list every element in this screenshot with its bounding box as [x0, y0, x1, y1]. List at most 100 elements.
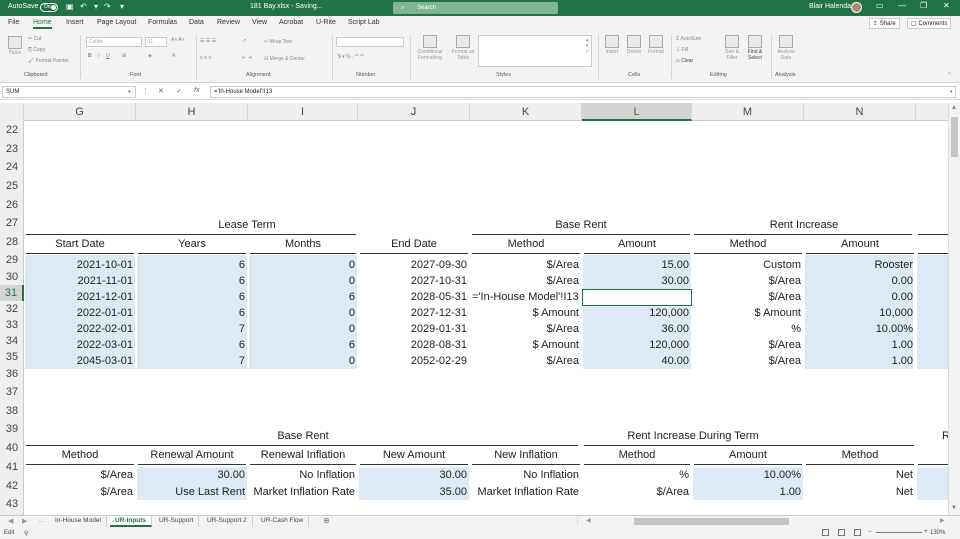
table-cell[interactable]: $/Area: [470, 353, 582, 369]
cancel-entry-button[interactable]: ✕: [158, 87, 164, 95]
close-button[interactable]: ✕: [943, 1, 950, 10]
table-cell[interactable]: Use Last Rent: [136, 484, 248, 500]
row-header-25[interactable]: 25: [0, 177, 24, 196]
column-label[interactable]: New Inflation: [470, 447, 582, 463]
table-cell[interactable]: $ Amount: [470, 337, 582, 353]
underline-icon[interactable]: U: [106, 53, 110, 59]
number-format-select[interactable]: [336, 37, 404, 47]
group-header-base-rent[interactable]: Base Rent: [470, 217, 692, 233]
wrap-text-button[interactable]: ↵ Wrap Text: [264, 39, 292, 45]
sheet-tab-ur-support[interactable]: UR-Support: [154, 516, 200, 527]
table-cell[interactable]: 2022-03-01: [24, 337, 136, 353]
sheet-tab-ur-cash-flow[interactable]: UR-Cash Flow: [256, 516, 310, 527]
fill-color-icon[interactable]: ◈: [148, 53, 152, 59]
table-cell[interactable]: 30.00: [136, 467, 248, 483]
expand-formula-icon[interactable]: ▾: [950, 89, 953, 95]
row-header-43[interactable]: 43: [0, 495, 24, 513]
table-cell[interactable]: No Inflation: [248, 467, 358, 483]
tab-split-handle-icon[interactable]: ⋮: [574, 517, 581, 525]
autosum-button[interactable]: Σ AutoSum: [676, 36, 701, 42]
row-header-24[interactable]: 24: [0, 158, 24, 177]
group-header-rent-increase[interactable]: Rent Increase: [692, 217, 916, 233]
save-icon[interactable]: ▣: [66, 2, 74, 11]
align-top-icon[interactable]: ☰ ☰ ☰: [200, 38, 216, 44]
column-label[interactable]: Renewal Amount: [136, 447, 248, 463]
table-cell[interactable]: %: [582, 467, 692, 483]
table-cell[interactable]: 15.00: [582, 257, 692, 273]
tab-page-layout[interactable]: Page Layout: [97, 19, 136, 26]
row-header-26[interactable]: 26: [0, 196, 24, 214]
group-header-base-rent-2[interactable]: Base Rent: [248, 428, 358, 444]
font-color-icon[interactable]: A: [172, 53, 175, 59]
clear-button[interactable]: ◇ Clear: [676, 58, 693, 64]
table-cell[interactable]: 0.00: [804, 273, 916, 289]
table-cell[interactable]: 35.00: [358, 484, 470, 500]
page-layout-view-icon[interactable]: [838, 529, 845, 536]
row-header-33[interactable]: 33: [0, 317, 24, 333]
table-cell[interactable]: 2027-10-31: [358, 273, 470, 289]
table-cell[interactable]: 120,000: [582, 337, 692, 353]
table-cell[interactable]: $/Area: [470, 273, 582, 289]
table-cell[interactable]: 10,000: [804, 305, 916, 321]
tab-u-rite[interactable]: U-Rite: [316, 19, 336, 26]
table-cell[interactable]: 7: [136, 353, 248, 369]
sheet-tab-ur-inputs[interactable]: UR-Inputs: [110, 516, 153, 527]
row-header-32[interactable]: 32: [0, 301, 24, 317]
insert-cells-button[interactable]: Insert: [602, 35, 622, 55]
scroll-left-icon[interactable]: ◀: [586, 517, 591, 524]
zoom-slider[interactable]: [876, 532, 922, 533]
tab-insert[interactable]: Insert: [66, 19, 84, 26]
horizontal-scroll-thumb[interactable]: [634, 518, 789, 525]
cell-styles-gallery[interactable]: [478, 35, 592, 67]
table-cell[interactable]: 0: [248, 321, 358, 337]
row-header-31[interactable]: 31: [0, 285, 24, 301]
row-header-27[interactable]: 27: [0, 214, 24, 233]
redo-icon[interactable]: ↷: [104, 2, 111, 11]
column-header-h[interactable]: H: [136, 103, 248, 121]
table-cell[interactable]: 2021-12-01: [24, 289, 136, 305]
table-cell[interactable]: $/Area: [692, 289, 804, 305]
search-box[interactable]: ⌕ Search: [393, 2, 558, 14]
table-cell[interactable]: 2052-02-29: [358, 353, 470, 369]
column-label[interactable]: Years: [136, 236, 248, 252]
undo-icon[interactable]: ↶: [80, 2, 87, 11]
table-cell[interactable]: $/Area: [692, 273, 804, 289]
table-cell[interactable]: 6: [248, 337, 358, 353]
more-sheets-icon[interactable]: …: [38, 517, 45, 524]
column-label[interactable]: Start Date: [24, 236, 136, 252]
row-header-41[interactable]: 41: [0, 458, 24, 477]
table-cell[interactable]: 0.00: [804, 289, 916, 305]
table-cell[interactable]: 6: [248, 289, 358, 305]
cell-editing-formula[interactable]: ='In-House Model'!I13: [472, 289, 579, 305]
table-cell[interactable]: 6: [136, 257, 248, 273]
zoom-level[interactable]: 130%: [930, 530, 945, 536]
table-cell[interactable]: 2022-01-01: [24, 305, 136, 321]
minimize-button[interactable]: —: [898, 1, 906, 10]
table-cell[interactable]: 2029-01-31: [358, 321, 470, 337]
customize-toolbar-icon[interactable]: ▾: [120, 2, 124, 11]
tab-view[interactable]: View: [252, 19, 267, 26]
italic-icon[interactable]: I: [98, 53, 99, 59]
user-name[interactable]: Blair Halenda: [809, 3, 851, 10]
row-header-36[interactable]: 36: [0, 365, 24, 383]
column-label[interactable]: Method: [470, 236, 582, 252]
delete-cells-button[interactable]: Delete: [624, 35, 644, 55]
table-cell[interactable]: 1.00: [692, 484, 804, 500]
table-cell[interactable]: 2028-08-31: [358, 337, 470, 353]
table-cell[interactable]: Custom: [692, 257, 804, 273]
add-sheet-icon[interactable]: ⊕: [323, 516, 330, 525]
autosave-toggle[interactable]: On: [40, 3, 58, 12]
table-cell[interactable]: $/Area: [582, 484, 692, 500]
scroll-right-icon[interactable]: ▶: [940, 517, 945, 524]
table-cell[interactable]: $/Area: [24, 467, 136, 483]
table-cell[interactable]: 2021-10-01: [24, 257, 136, 273]
table-cell[interactable]: 1.00: [804, 337, 916, 353]
bold-icon[interactable]: B: [88, 53, 92, 59]
tab-formulas[interactable]: Formulas: [148, 19, 177, 26]
sheet-tab-ur-support-2[interactable]: UR-Support 2: [202, 516, 253, 527]
column-header-n[interactable]: N: [804, 103, 916, 121]
row-header-28[interactable]: 28: [0, 233, 24, 252]
table-cell[interactable]: 0: [248, 353, 358, 369]
table-cell[interactable]: 40.00: [582, 353, 692, 369]
name-box-dropdown-icon[interactable]: ▾: [128, 89, 131, 95]
